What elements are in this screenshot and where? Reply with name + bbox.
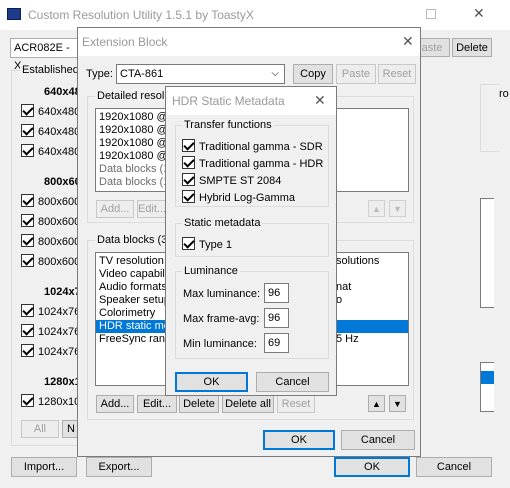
type-select[interactable]: CTA-861 ⌵ [116, 64, 285, 84]
monitor-select[interactable]: ACR082E - X [10, 38, 78, 72]
datablocks-delete-all-button[interactable]: Delete all [222, 395, 274, 413]
group-header-640: 640x48 [44, 86, 81, 98]
group-header-1280: 1280x1 [44, 376, 81, 388]
hdr-ok-button[interactable]: OK [175, 372, 248, 392]
res-checkbox-800-4[interactable]: 800x600 [21, 254, 80, 268]
hdr-cancel-button[interactable]: Cancel [256, 372, 329, 392]
right-listbox-1[interactable] [480, 198, 494, 308]
hdr-static-metadata-dialog: HDR Static Metadata ✕ Transfer functions… [165, 86, 337, 396]
datablocks-label: Data blocks (3 [95, 234, 170, 246]
import-button[interactable]: Import... [11, 457, 77, 477]
main-delete-button[interactable]: Delete [452, 38, 492, 57]
extension-close-icon[interactable]: ✕ [402, 33, 414, 50]
max-frame-avg-field[interactable]: 96 [264, 308, 289, 328]
res-checkbox-1024-3[interactable]: 1024x76 [21, 344, 80, 358]
group-header-1024: 1024x7 [44, 286, 81, 298]
none-button[interactable]: N [62, 420, 78, 438]
main-title: Custom Resolution Utility 1.5.1 by Toast… [28, 8, 254, 22]
chevron-down-icon: ⌵ [271, 68, 279, 79]
type-label: Type: [86, 68, 113, 80]
right-group-1 [480, 84, 500, 152]
res-checkbox-1024-1[interactable]: 1024x76 [21, 304, 80, 318]
max-luminance-label: Max luminance: [183, 288, 261, 300]
transfer-checkbox-st2084[interactable]: SMPTE ST 2084 [182, 173, 281, 187]
min-luminance-label: Min luminance: [183, 338, 257, 350]
close-icon[interactable]: ✕ [473, 5, 485, 22]
right-label: ro [499, 88, 509, 100]
right-selected-row [481, 371, 494, 384]
hdr-title: HDR Static Metadata [172, 94, 285, 108]
datablocks-move-up-icon[interactable]: ▲ [368, 395, 385, 412]
datablocks-move-down-icon[interactable]: ▼ [389, 395, 406, 412]
detailed-label: Detailed resolu [95, 90, 173, 102]
res-checkbox-800-2[interactable]: 800x600 [21, 214, 80, 228]
paste-button[interactable]: Paste [336, 64, 376, 84]
detailed-move-down-icon[interactable]: ▼ [389, 200, 406, 217]
datablocks-edit-button[interactable]: Edit... [137, 395, 177, 413]
static-type1-checkbox[interactable]: Type 1 [182, 237, 232, 251]
detailed-add-button[interactable]: Add... [96, 200, 134, 218]
transfer-checkbox-hdr[interactable]: Traditional gamma - HDR [182, 156, 323, 170]
min-luminance-field[interactable]: 69 [264, 333, 289, 353]
res-checkbox-640-1[interactable]: 640x480 [21, 104, 80, 118]
datablocks-add-button[interactable]: Add... [96, 395, 134, 413]
luminance-label: Luminance [182, 265, 240, 277]
res-checkbox-640-3[interactable]: 640x480 [21, 144, 80, 158]
res-checkbox-800-1[interactable]: 800x600 [21, 194, 80, 208]
main-titlebar: Custom Resolution Utility 1.5.1 by Toast… [0, 0, 510, 30]
app-icon [7, 8, 21, 20]
type-select-value: CTA-861 [120, 68, 164, 80]
res-checkbox-1024-2[interactable]: 1024x76 [21, 324, 80, 338]
datablocks-delete-button[interactable]: Delete [179, 395, 219, 413]
main-cancel-button[interactable]: Cancel [416, 457, 492, 477]
res-checkbox-800-3[interactable]: 800x600 [21, 234, 80, 248]
transfer-checkbox-sdr[interactable]: Traditional gamma - SDR [182, 139, 323, 153]
res-checkbox-640-2[interactable]: 640x480 [21, 124, 80, 138]
right-listbox-2[interactable] [480, 362, 494, 412]
extension-cancel-button[interactable]: Cancel [341, 430, 415, 450]
transfer-checkbox-hlg[interactable]: Hybrid Log-Gamma [182, 190, 295, 204]
export-button[interactable]: Export... [86, 457, 152, 477]
hdr-close-icon[interactable]: ✕ [314, 92, 326, 109]
main-ok-button[interactable]: OK [334, 457, 410, 477]
group-header-800: 800x60 [44, 176, 81, 188]
detailed-move-up-icon[interactable]: ▲ [368, 200, 385, 217]
max-frame-avg-label: Max frame-avg: [183, 313, 260, 325]
extension-ok-button[interactable]: OK [263, 430, 335, 450]
transfer-label: Transfer functions [182, 119, 274, 131]
copy-button[interactable]: Copy [293, 64, 333, 84]
detailed-edit-button[interactable]: Edit... [137, 200, 167, 218]
all-button[interactable]: All [21, 420, 59, 438]
res-checkbox-1280-1[interactable]: 1280x10 [21, 394, 80, 408]
extension-title: Extension Block [82, 35, 168, 49]
datablocks-reset-button[interactable]: Reset [277, 395, 315, 413]
established-label: Established [20, 64, 81, 76]
reset-button[interactable]: Reset [378, 64, 416, 84]
static-label: Static metadata [182, 217, 263, 229]
maximize-icon[interactable] [426, 9, 436, 19]
max-luminance-field[interactable]: 96 [264, 283, 289, 303]
